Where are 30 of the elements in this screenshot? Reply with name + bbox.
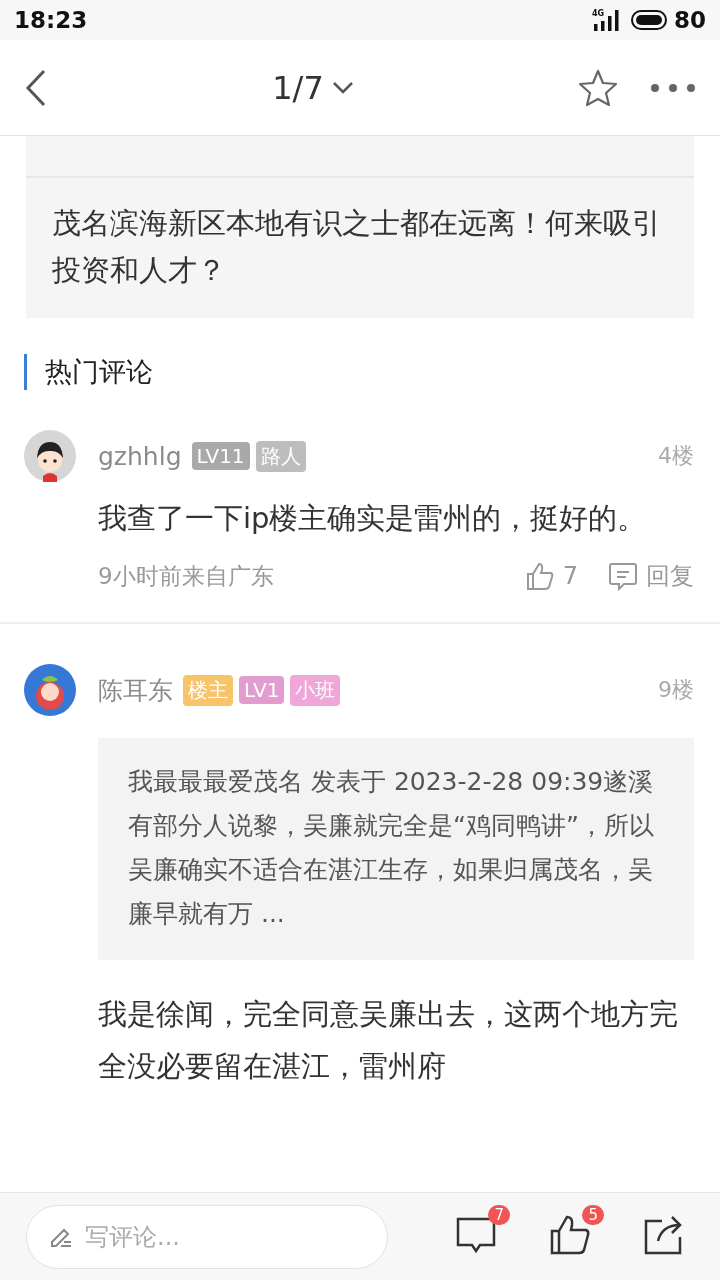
- user-tag: 路人: [255, 440, 306, 472]
- comment-text: 我是徐闻，完全同意吴廉出去，这两个地方完全没必要留在湛江，雷州府: [98, 996, 679, 1085]
- section-title: 热门评论: [45, 355, 153, 389]
- count-badge: 5: [582, 1204, 604, 1225]
- speech-bubble-icon: [608, 561, 638, 591]
- user-tag: LV11: [191, 442, 250, 470]
- user-tag: 楼主: [183, 674, 233, 706]
- comment-text: 我查了一下ip楼主确实是雷州的，挺好的。: [98, 500, 648, 537]
- battery-level: 80: [674, 7, 706, 33]
- floor-number: 4楼: [658, 442, 694, 470]
- user-tag: 小班: [290, 674, 341, 706]
- user-name[interactable]: 陈耳东: [98, 673, 173, 707]
- user-name[interactable]: gzhhlg: [98, 441, 182, 471]
- comment-input[interactable]: 写评论...: [83, 1221, 333, 1252]
- like-button[interactable]: 7: [524, 561, 578, 591]
- chevron-down-icon: [331, 80, 354, 95]
- floor-number: 9楼: [658, 676, 694, 704]
- comment-meta: 9小时前来自广东: [98, 561, 275, 591]
- count-badge: 7: [488, 1204, 510, 1225]
- quoted-comment: 我最最最爱茂名 发表于 2023-2-28 09:39遂溪有部分人说黎，吴廉就完全是“鸡同鸭讲”，所以吴廉确实不适合在湛江生存，如果归属茂名，吴廉早就有万 ...: [98, 738, 694, 960]
- page-selector[interactable]: 1/7: [268, 64, 358, 111]
- avatar-icon[interactable]: [24, 430, 76, 482]
- comment-field[interactable]: 写评论...: [26, 1204, 388, 1269]
- post-title: 茂名滨海新区本地有识之士都在远离！何来吸引投资和人才？: [52, 205, 662, 289]
- reply-button[interactable]: 回复: [608, 560, 694, 592]
- battery-icon: [630, 10, 668, 30]
- user-tag: LV1: [239, 676, 285, 704]
- thumbs-up-icon: [524, 561, 555, 591]
- status-time: 18:23: [14, 7, 88, 33]
- post-card[interactable]: 茂名滨海新区本地有识之士都在远离！何来吸引投资和人才？: [26, 178, 694, 318]
